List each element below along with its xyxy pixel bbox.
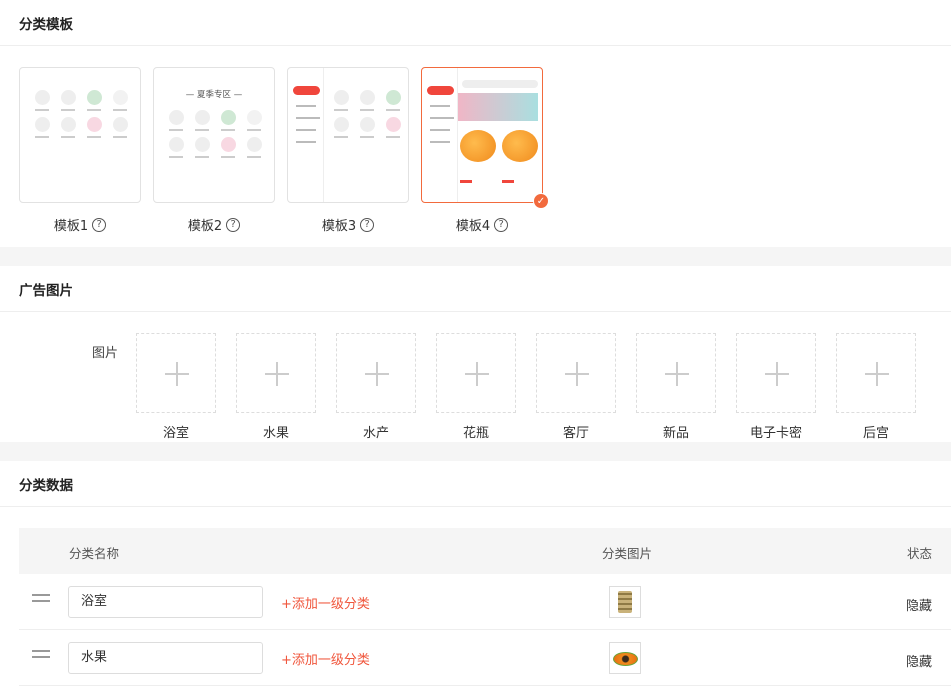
template-inner-title: — 夏季专区 —: [185, 90, 243, 100]
image-upload-slot[interactable]: [736, 333, 816, 413]
template-side-menu: [288, 68, 324, 202]
template-option-3[interactable]: 模板3 ?: [287, 67, 409, 234]
image-upload-slot[interactable]: [636, 333, 716, 413]
image-upload-slot[interactable]: [236, 333, 316, 413]
template-side-menu: [422, 68, 458, 202]
template-section: 分类模板 模板1 ? — 夏季专区 — 模板2 ? 模板3 ? ✓ 模板4 ?: [0, 0, 951, 247]
template-label-text: 模板2: [187, 219, 223, 234]
template-preview[interactable]: [19, 67, 141, 203]
image-upload-slot[interactable]: [136, 333, 216, 413]
table-header: 分类名称 分类图片 状态: [19, 528, 951, 574]
image-upload-slot[interactable]: [336, 333, 416, 413]
template-label: 模板1 ?: [19, 215, 141, 234]
template-option-1[interactable]: 模板1 ?: [19, 67, 141, 234]
image-field-label: 图片: [92, 346, 119, 361]
add-level1-category-link[interactable]: +添加一级分类: [281, 649, 370, 668]
category-name-input[interactable]: 水果: [68, 642, 263, 674]
category-name-input[interactable]: 浴室: [68, 586, 263, 618]
help-icon[interactable]: ?: [226, 217, 241, 232]
column-header-name: 分类名称: [69, 546, 120, 561]
ad-image-section: 广告图片 图片 浴室 水果 水产 花瓶 客厅 新品 电子卡密 后宫: [0, 266, 951, 442]
drag-handle-icon[interactable]: [32, 650, 50, 658]
template-banner: [458, 93, 538, 121]
template-mini-grid: [328, 90, 406, 138]
image-slot-caption: 水产: [362, 426, 389, 441]
image-upload-slot[interactable]: [536, 333, 616, 413]
template-label-text: 模板3: [321, 219, 357, 234]
status-text: 隐藏: [905, 599, 932, 614]
image-slot-caption: 浴室: [162, 426, 189, 441]
section-title-ad: 广告图片: [0, 266, 951, 312]
image-slot-caption: 后宫: [862, 426, 889, 441]
table-row: 浴室 +添加一级分类 隐藏: [19, 574, 951, 630]
image-upload-slot[interactable]: [836, 333, 916, 413]
template-label: 模板2 ?: [153, 215, 275, 234]
template-preview[interactable]: [287, 67, 409, 203]
template-preview[interactable]: ✓: [421, 67, 549, 209]
image-slot-caption: 客厅: [562, 426, 589, 441]
image-slot-caption: 电子卡密: [749, 426, 802, 441]
template-price-line: [502, 180, 514, 183]
template-product-card: [502, 130, 538, 162]
template-search-bar: [462, 80, 538, 88]
status-text: 隐藏: [905, 655, 932, 670]
template-label: 模板4 ?: [421, 215, 543, 234]
section-title-template: 分类模板: [0, 0, 951, 46]
column-header-image: 分类图片: [602, 546, 653, 561]
category-data-section: 分类数据 分类名称 分类图片 状态 浴室 +添加一级分类 隐藏 水果 +添加一级…: [0, 461, 951, 686]
template-mini-grid: [29, 90, 133, 138]
image-slot-caption: 花瓶: [462, 426, 489, 441]
column-header-status: 状态: [906, 546, 932, 561]
image-slot-caption: 新品: [662, 426, 689, 441]
template-label-text: 模板4: [455, 219, 491, 234]
template-preview[interactable]: — 夏季专区 —: [153, 67, 275, 203]
section-title-data: 分类数据: [0, 461, 951, 507]
table-row: 水果 +添加一级分类 隐藏: [19, 630, 951, 686]
papaya-thumbnail-icon[interactable]: [609, 642, 641, 674]
help-icon[interactable]: ?: [360, 217, 375, 232]
template-label-text: 模板1: [53, 219, 89, 234]
add-level1-category-link[interactable]: +添加一级分类: [281, 593, 370, 612]
template-option-2[interactable]: — 夏季专区 — 模板2 ?: [153, 67, 275, 234]
help-icon[interactable]: ?: [92, 217, 107, 232]
basket-thumbnail-icon[interactable]: [609, 586, 641, 618]
template-mini-grid: [163, 110, 267, 158]
template-option-4[interactable]: ✓ 模板4 ?: [421, 67, 549, 234]
image-slot-caption: 水果: [262, 426, 289, 441]
template-product-card: [460, 130, 496, 162]
selected-check-icon: ✓: [533, 193, 549, 209]
help-icon[interactable]: ?: [494, 217, 509, 232]
image-upload-slot[interactable]: [436, 333, 516, 413]
drag-handle-icon[interactable]: [32, 594, 50, 602]
template-label: 模板3 ?: [287, 215, 409, 234]
template-price-line: [460, 180, 472, 183]
